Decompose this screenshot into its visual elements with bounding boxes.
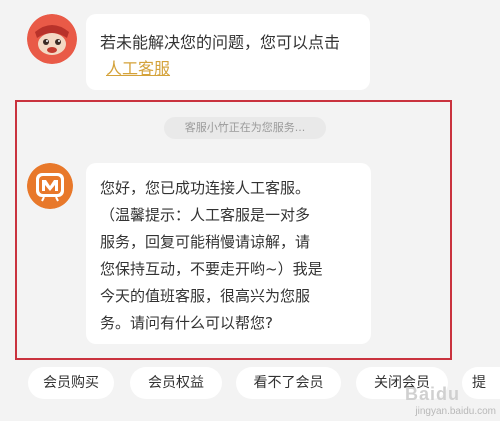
agent-message-line: 服务，回复可能稍慢请谅解，请 [100, 233, 311, 251]
mascot-icon [27, 14, 77, 64]
agent-message-line: 今天的值班客服，很高兴为您服 [100, 287, 311, 305]
bot-message-row: 若未能解决您的问题，您可以点击 人工客服 [0, 0, 500, 95]
agent-message-bubble: 您好，您已成功连接人工客服。 （温馨提示：人工客服是一对多 服务，回复可能稍慢请… [86, 163, 371, 344]
agent-message-line: 务。请问有什么可以帮您? [100, 314, 273, 332]
quick-reply-chip[interactable]: 会员权益 [130, 367, 222, 399]
mango-tv-logo-icon [27, 163, 73, 209]
agent-message-line: 您保持互动，不要走开哟~）我是 [100, 260, 323, 278]
quick-reply-chip[interactable]: 看不了会员 [236, 367, 341, 399]
agent-message-line: （温馨提示：人工客服是一对多 [100, 206, 311, 224]
quick-reply-chip[interactable]: 会员购买 [28, 367, 114, 399]
agent-message-line: 您好，您已成功连接人工客服。 [100, 179, 311, 197]
bot-message-bubble: 若未能解决您的问题，您可以点击 人工客服 [86, 14, 370, 90]
watermark-text: jingyan.baidu.com [415, 406, 496, 417]
quick-reply-chip[interactable]: 提 [462, 367, 500, 399]
human-service-link[interactable]: 人工客服 [106, 59, 170, 78]
baidu-watermark-logo: Baidu [404, 384, 460, 404]
system-notice: 客服小竹正在为您服务... [164, 117, 326, 139]
bot-message-text: 若未能解决您的问题，您可以点击 [100, 33, 341, 52]
